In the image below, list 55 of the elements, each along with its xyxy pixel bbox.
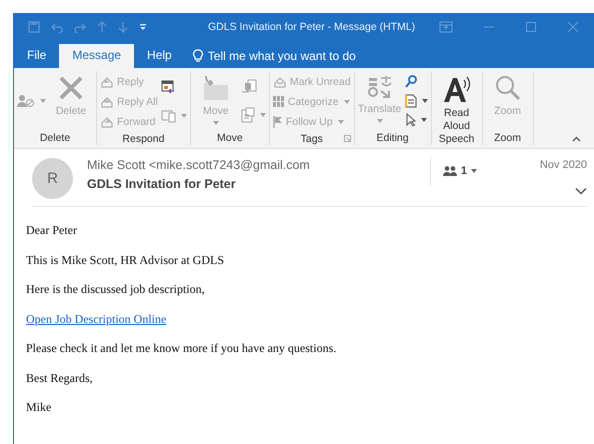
tell-me-search[interactable]: Tell me what you want to do bbox=[184, 44, 356, 68]
folder-icon bbox=[202, 75, 230, 101]
reply-icon bbox=[100, 76, 114, 88]
group-label: Respond bbox=[122, 132, 164, 144]
dialog-launcher-icon[interactable] bbox=[344, 135, 351, 142]
categories-icon bbox=[272, 96, 285, 108]
recipients-button[interactable]: 1 bbox=[442, 164, 477, 178]
body-text: Dear Peter bbox=[26, 223, 78, 237]
cursor-icon[interactable] bbox=[404, 112, 416, 127]
down-arrow-icon[interactable] bbox=[118, 20, 128, 32]
body-text: Here is the discussed job description, bbox=[26, 282, 206, 296]
sender: Mike Scott <mike.scott7243@gmail.com bbox=[87, 158, 311, 172]
maximize-icon[interactable] bbox=[525, 20, 537, 32]
translate-icon bbox=[366, 75, 393, 99]
find-icon[interactable] bbox=[404, 75, 417, 90]
group-label: Tags bbox=[300, 132, 323, 144]
lightbulb-icon bbox=[192, 49, 203, 63]
collapse-ribbon-icon[interactable] bbox=[572, 136, 581, 142]
undo-icon[interactable] bbox=[51, 20, 63, 32]
up-arrow-icon[interactable] bbox=[97, 20, 107, 32]
job-description-link[interactable]: Open Job Description Online bbox=[26, 312, 166, 326]
group-label: Delete bbox=[40, 132, 70, 144]
reply-all-icon bbox=[100, 96, 114, 108]
body-text: This is Mike Scott, HR Advisor at GDLS bbox=[26, 252, 226, 266]
ribbon-tab[interactable]: Message bbox=[59, 44, 134, 68]
close-icon[interactable] bbox=[567, 20, 579, 32]
redo-icon[interactable] bbox=[74, 20, 86, 32]
window-title: GDLS Invitation for Peter - Message (HTML) bbox=[208, 20, 416, 32]
body-text: Best Regards, bbox=[26, 370, 94, 384]
date: Nov 2020 bbox=[540, 159, 587, 171]
ribbon-tab[interactable]: File bbox=[14, 44, 60, 68]
envelope-icon bbox=[272, 76, 287, 88]
ribbon-button[interactable]: Read Aloud bbox=[434, 71, 479, 133]
calendar-reply-icon[interactable] bbox=[160, 80, 175, 94]
ribbon-tab[interactable]: Help bbox=[134, 44, 185, 68]
expand-icon[interactable] bbox=[575, 187, 587, 195]
group-label: Speech bbox=[438, 133, 474, 145]
ribbon-options-icon[interactable] bbox=[439, 20, 453, 32]
caret-icon bbox=[471, 169, 477, 173]
group-label: Zoom bbox=[494, 132, 521, 144]
group-label: Move bbox=[217, 132, 243, 144]
customize-icon[interactable] bbox=[139, 22, 147, 30]
body-text: Mike bbox=[26, 400, 52, 414]
people-icon bbox=[442, 166, 457, 176]
body-text: Please check it and let me know more if you have any questions. bbox=[26, 341, 338, 355]
group-label: Editing bbox=[376, 132, 409, 144]
read-aloud-icon bbox=[442, 75, 472, 103]
forward-icon bbox=[100, 116, 114, 128]
zoom-icon bbox=[494, 75, 521, 101]
delete-icon bbox=[58, 75, 84, 101]
flag-icon bbox=[272, 116, 283, 128]
replace-icon[interactable] bbox=[404, 94, 417, 108]
subject: GDLS Invitation for Peter bbox=[87, 177, 237, 191]
avatar: R bbox=[32, 158, 73, 199]
save-icon[interactable] bbox=[28, 20, 40, 32]
